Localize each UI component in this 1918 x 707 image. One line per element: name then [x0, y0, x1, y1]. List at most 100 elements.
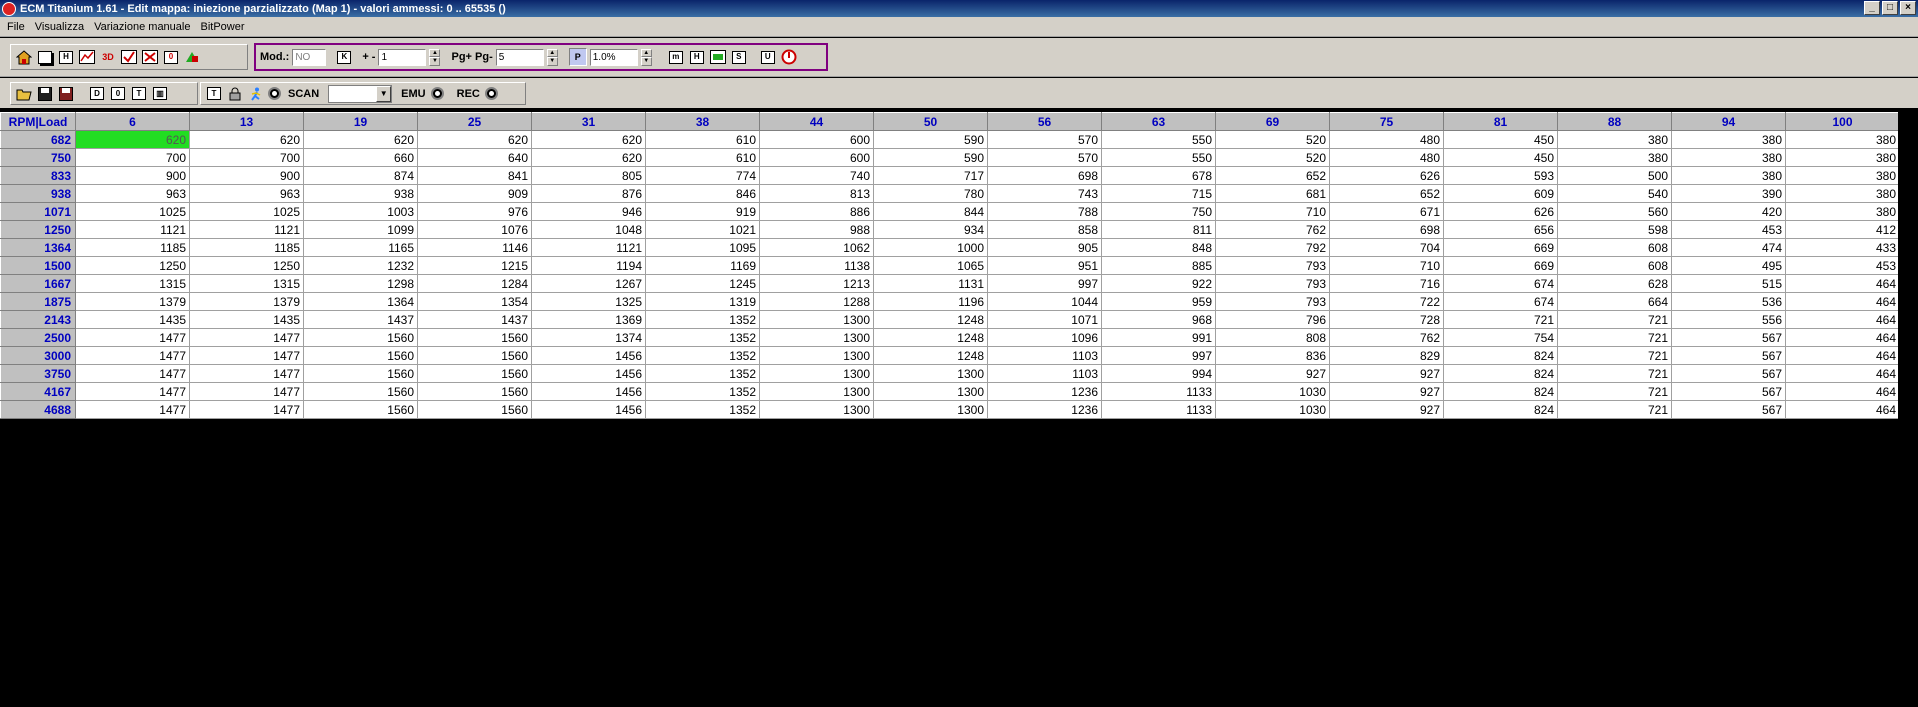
map-cell[interactable]: 520	[1215, 130, 1330, 149]
column-header-load[interactable]: 94	[1671, 112, 1786, 131]
map-cell[interactable]: 598	[1557, 220, 1672, 239]
decimal-icon[interactable]: D	[88, 84, 106, 103]
map-cell[interactable]: 464	[1785, 382, 1900, 401]
map-cell[interactable]: 1300	[759, 382, 874, 401]
map-cell[interactable]: 1103	[987, 364, 1102, 383]
map-cell[interactable]: 1477	[189, 364, 304, 383]
map-cell[interactable]: 885	[1101, 256, 1216, 275]
map-cell[interactable]: 1300	[873, 382, 988, 401]
map-cell[interactable]: 1025	[75, 202, 190, 221]
column-header-load[interactable]: 19	[303, 112, 418, 131]
map-cell[interactable]: 1048	[531, 220, 646, 239]
map-cell[interactable]: 793	[1215, 256, 1330, 275]
map-cell[interactable]: 1185	[75, 238, 190, 257]
map-cell[interactable]: 788	[987, 202, 1102, 221]
mod-field[interactable]: NO	[292, 48, 327, 66]
map-cell[interactable]: 1379	[189, 292, 304, 311]
map-cell[interactable]: 900	[189, 166, 304, 185]
column-header-load[interactable]: 88	[1557, 112, 1672, 131]
map-cell[interactable]: 793	[1215, 274, 1330, 293]
map-cell[interactable]: 1315	[75, 274, 190, 293]
map-cell[interactable]: 1369	[531, 310, 646, 329]
columns-icon[interactable]: ▥	[151, 84, 169, 103]
map-cell[interactable]: 808	[1215, 328, 1330, 347]
map-cell[interactable]: 946	[531, 202, 646, 221]
map-cell[interactable]: 1560	[417, 400, 532, 419]
map-cell[interactable]: 1030	[1215, 400, 1330, 419]
map-cell[interactable]: 671	[1329, 202, 1444, 221]
map-cell[interactable]: 1121	[189, 220, 304, 239]
map-cell[interactable]: 959	[1101, 292, 1216, 311]
map-cell[interactable]: 698	[1329, 220, 1444, 239]
map-cell[interactable]: 700	[75, 148, 190, 167]
map-cell[interactable]: 620	[531, 130, 646, 149]
map-cell[interactable]: 844	[873, 202, 988, 221]
map-cell[interactable]: 1300	[759, 310, 874, 329]
map-cell[interactable]: 824	[1443, 346, 1558, 365]
map-cell[interactable]: 905	[987, 238, 1102, 257]
map-cell[interactable]: 919	[645, 202, 760, 221]
map-cell[interactable]: 590	[873, 130, 988, 149]
map-cell[interactable]: 963	[75, 184, 190, 203]
lock-icon[interactable]	[226, 84, 244, 103]
map-cell[interactable]: 951	[987, 256, 1102, 275]
map-cell[interactable]: 721	[1557, 328, 1672, 347]
map-cell[interactable]: 858	[987, 220, 1102, 239]
map-cell[interactable]: 1560	[303, 400, 418, 419]
map-cell[interactable]: 700	[189, 148, 304, 167]
map-cell[interactable]: 1560	[417, 382, 532, 401]
row-header-rpm[interactable]: 3750	[0, 364, 76, 383]
map-cell[interactable]: 681	[1215, 184, 1330, 203]
map-cell[interactable]: 380	[1785, 202, 1900, 221]
map-cell[interactable]: 721	[1557, 346, 1672, 365]
map-cell[interactable]: 480	[1329, 130, 1444, 149]
map-cell[interactable]: 796	[1215, 310, 1330, 329]
map-cell[interactable]: 1379	[75, 292, 190, 311]
map-cell[interactable]: 1099	[303, 220, 418, 239]
map-cell[interactable]: 1062	[759, 238, 874, 257]
map-cell[interactable]: 1146	[417, 238, 532, 257]
map-cell[interactable]: 994	[1101, 364, 1216, 383]
map-cell[interactable]: 1071	[987, 310, 1102, 329]
map-cell[interactable]: 474	[1671, 238, 1786, 257]
map-cell[interactable]: 1315	[189, 274, 304, 293]
scan-radio[interactable]	[268, 87, 281, 100]
graph-icon[interactable]	[78, 48, 96, 66]
map-cell[interactable]: 464	[1785, 310, 1900, 329]
copy-map-icon[interactable]	[36, 48, 54, 66]
map-cell[interactable]: 626	[1329, 166, 1444, 185]
map-cell[interactable]: 1435	[75, 310, 190, 329]
map-cell[interactable]: 721	[1557, 310, 1672, 329]
map-cell[interactable]: 500	[1557, 166, 1672, 185]
row-header-rpm[interactable]: 938	[0, 184, 76, 203]
map-cell[interactable]: 1248	[873, 346, 988, 365]
map-cell[interactable]: 570	[987, 130, 1102, 149]
map-cell[interactable]: 1065	[873, 256, 988, 275]
text-view-icon[interactable]: T	[130, 84, 148, 103]
map-cell[interactable]: 380	[1557, 130, 1672, 149]
multiply-icon[interactable]: m	[666, 48, 685, 66]
map-cell[interactable]: 669	[1443, 238, 1558, 257]
map-cell[interactable]: 1288	[759, 292, 874, 311]
map-cell[interactable]: 610	[645, 148, 760, 167]
map-cell[interactable]: 1352	[645, 382, 760, 401]
table-icon[interactable]: T	[205, 84, 223, 103]
map-cell[interactable]: 480	[1329, 148, 1444, 167]
map-cell[interactable]: 678	[1101, 166, 1216, 185]
map-cell[interactable]: 1300	[873, 364, 988, 383]
map-cell[interactable]: 722	[1329, 292, 1444, 311]
map-cell[interactable]: 1435	[189, 310, 304, 329]
map-cell[interactable]: 1185	[189, 238, 304, 257]
map-cell[interactable]: 922	[1101, 274, 1216, 293]
map-cell[interactable]: 464	[1785, 328, 1900, 347]
emu-radio[interactable]	[430, 87, 444, 100]
map-cell[interactable]: 1300	[759, 346, 874, 365]
map-cell[interactable]: 927	[1329, 400, 1444, 419]
map-cell[interactable]: 716	[1329, 274, 1444, 293]
map-cell[interactable]: 1248	[873, 310, 988, 329]
zero-value-icon[interactable]: 0	[109, 84, 127, 103]
map-cell[interactable]: 1194	[531, 256, 646, 275]
map-cell[interactable]: 609	[1443, 184, 1558, 203]
map-cell[interactable]: 811	[1101, 220, 1216, 239]
map-cell[interactable]: 1477	[75, 400, 190, 419]
